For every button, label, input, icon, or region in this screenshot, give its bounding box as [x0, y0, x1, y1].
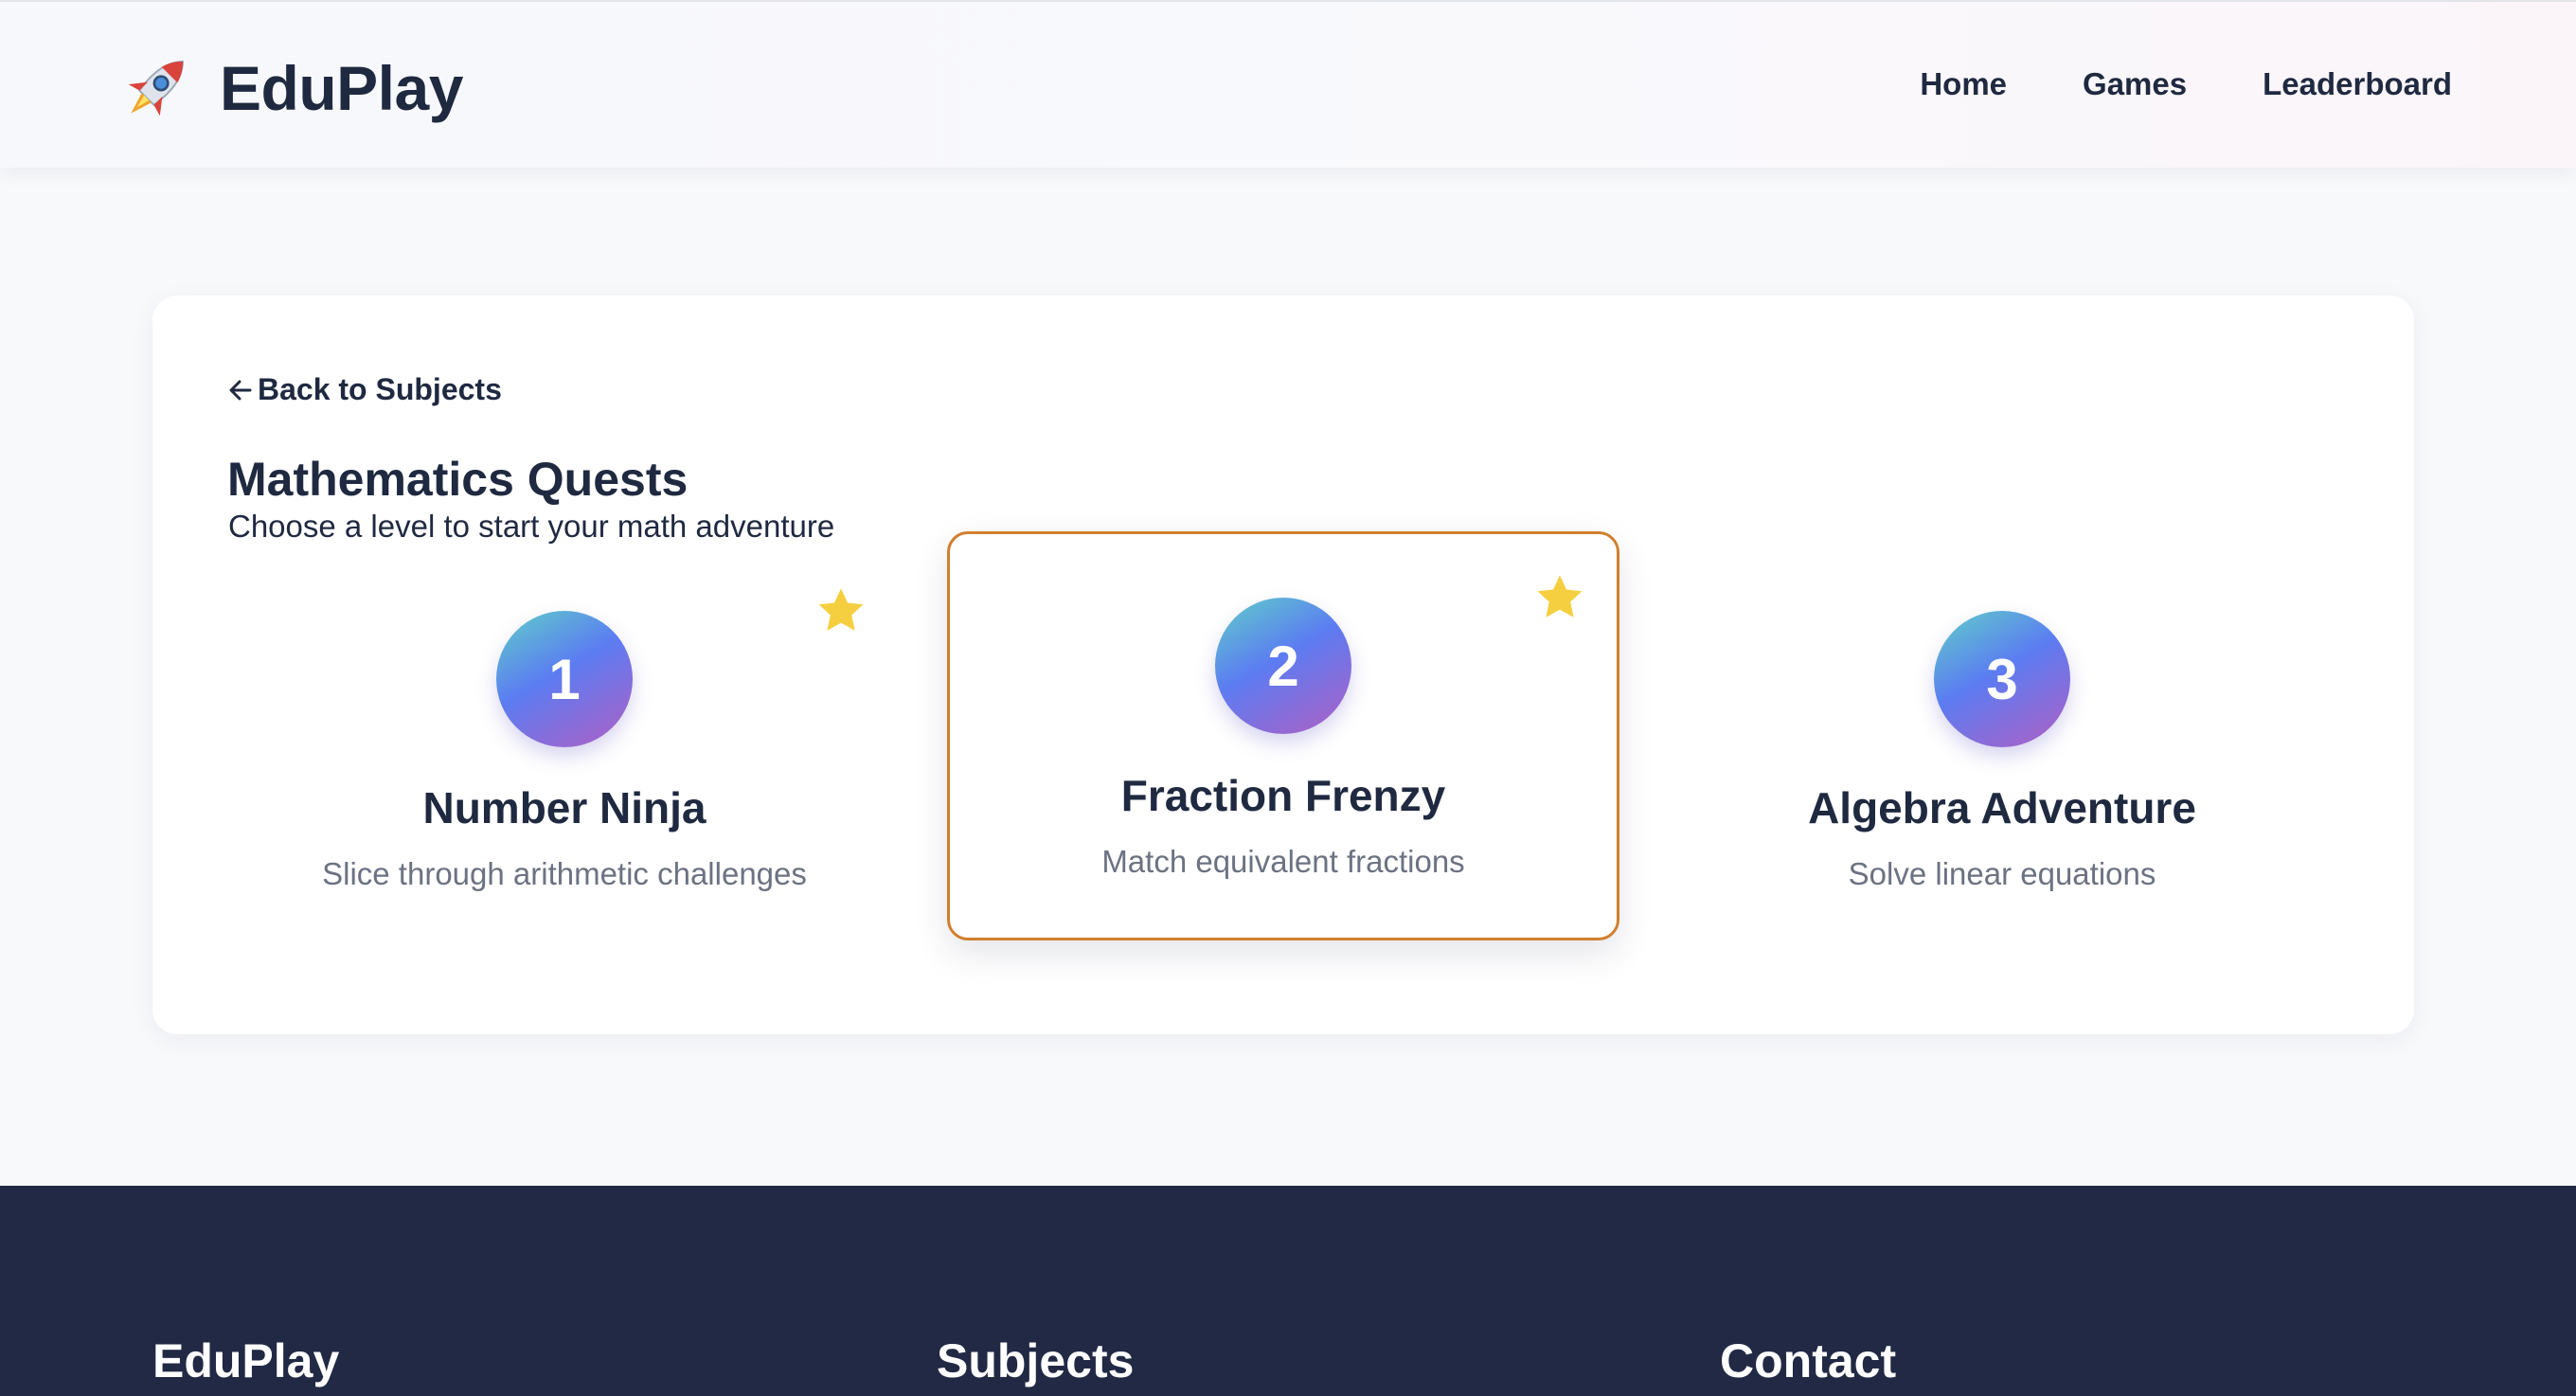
- nav-leaderboard[interactable]: Leaderboard: [2263, 66, 2452, 102]
- level-number-badge: 2: [1215, 598, 1351, 734]
- logo-text: EduPlay: [220, 53, 463, 123]
- page-subtitle: Choose a level to start your math advent…: [228, 509, 835, 544]
- footer-heading-eduplay: EduPlay: [152, 1334, 340, 1387]
- level-description: Match equivalent fractions: [1101, 844, 1465, 879]
- level-card-3[interactable]: 3 Algebra Adventure Solve linear equatio…: [1666, 544, 2338, 953]
- star-icon: [1537, 575, 1583, 617]
- back-link-label: Back to Subjects: [258, 372, 502, 406]
- level-description: Solve linear equations: [1848, 856, 2156, 891]
- site-footer: [0, 1186, 2576, 1396]
- level-number-badge: 3: [1934, 611, 2070, 747]
- nav-games[interactable]: Games: [2083, 66, 2187, 102]
- rocket-icon: [128, 61, 184, 116]
- footer-heading-contact: Contact: [1720, 1334, 1897, 1387]
- back-to-subjects-link[interactable]: Back to Subjects: [227, 372, 502, 407]
- footer-heading-subjects: Subjects: [937, 1334, 1135, 1387]
- level-description: Slice through arithmetic challenges: [322, 856, 807, 891]
- level-title: Number Ninja: [422, 783, 707, 832]
- level-title: Algebra Adventure: [1808, 783, 2196, 832]
- site-header: EduPlay Home Games Leaderboard: [0, 0, 2576, 168]
- star-icon: [818, 588, 864, 631]
- arrow-left-icon: [229, 380, 252, 400]
- logo[interactable]: EduPlay: [114, 45, 463, 131]
- level-number-badge: 1: [496, 611, 633, 747]
- level-card-1[interactable]: 1 Number Ninja Slice through arithmetic …: [228, 544, 901, 953]
- level-title: Fraction Frenzy: [1120, 771, 1446, 820]
- level-card-2[interactable]: 2 Fraction Frenzy Match equivalent fract…: [947, 531, 1619, 940]
- nav-home[interactable]: Home: [1920, 66, 2007, 102]
- page-title: Mathematics Quests: [227, 453, 689, 506]
- main-nav: Home Games Leaderboard: [1920, 66, 2452, 102]
